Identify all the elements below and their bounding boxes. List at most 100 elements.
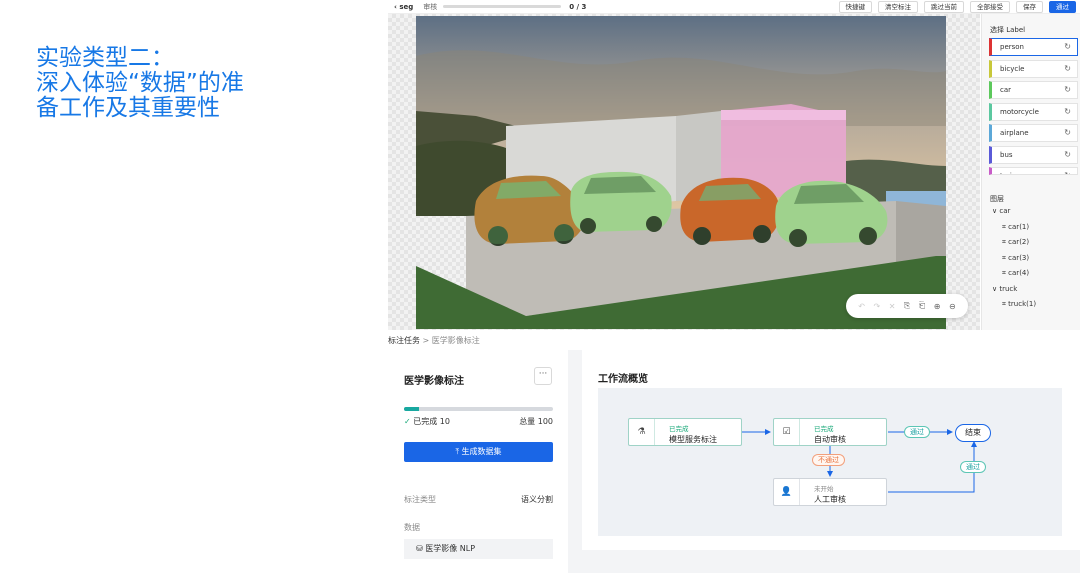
- layer-group-truck[interactable]: ∨ truck: [992, 285, 1017, 293]
- checklist-icon: ☑: [774, 419, 800, 445]
- breadcrumb: 标注任务 > 医学影像标注: [388, 335, 480, 346]
- flask-icon: ⚗: [629, 419, 655, 445]
- canvas-tools: ↶ ↷ ✕ ⎘ ⎗ ⊕ ⊖: [846, 294, 968, 318]
- label-option-bicycle[interactable]: bicycle ↻: [989, 59, 1078, 78]
- segmented-scene-illustration: [416, 16, 946, 329]
- label-panel: 选择 Label person ↻ bicycle ↻ car ↻ motorcycle ↻ a…: [981, 14, 1080, 330]
- workflow-canvas: ⚗ 已完成 模型服务标注 ☑ 已完成 自动审核 👤 未开始 人工审核 通过 不通…: [598, 388, 1062, 536]
- refresh-icon[interactable]: ↻: [1064, 147, 1071, 163]
- label-option-bus[interactable]: bus ↻: [989, 145, 1078, 164]
- segmentation-image[interactable]: [416, 16, 946, 329]
- approve-button[interactable]: 通过: [1049, 1, 1076, 13]
- label-option-person[interactable]: person ↻: [989, 38, 1078, 56]
- label-panel-title: 选择 Label: [990, 26, 1026, 34]
- node-name: 人工审核: [814, 495, 846, 504]
- workflow-node-manual-review[interactable]: 👤 未开始 人工审核: [773, 478, 887, 506]
- completed-label: 已完成 10: [413, 417, 450, 426]
- layer-item-name: car(4): [1008, 269, 1030, 277]
- layer-item-name: car(2): [1008, 238, 1030, 246]
- total-count: 总量 100: [519, 417, 553, 426]
- undo-icon[interactable]: ↶: [858, 302, 865, 311]
- shortcuts-button[interactable]: 快捷键: [838, 1, 872, 13]
- label-option-text: bus: [1000, 150, 1013, 159]
- review-status-label: 审核: [423, 2, 438, 11]
- task-title: 医学影像标注: [404, 376, 464, 387]
- label-option-text: car: [1000, 86, 1012, 94]
- zoom-in-icon[interactable]: ⊕: [934, 302, 941, 311]
- pass-label-auto: 通过: [904, 426, 930, 438]
- skip-current-button[interactable]: 跳过当前: [924, 1, 964, 13]
- paste-icon[interactable]: ⎗: [919, 301, 925, 311]
- node-status: 已完成: [814, 425, 834, 433]
- slide-title: 实验类型二： 深入体验“数据”的准 备工作及其重要性: [36, 46, 336, 121]
- workflow-node-auto-review[interactable]: ☑ 已完成 自动审核: [773, 418, 887, 446]
- clear-annotations-button[interactable]: 清空标注: [878, 1, 918, 13]
- workflow-title: 工作流概览: [598, 374, 648, 385]
- dataset-link[interactable]: ⛁ 医学影像 NLP: [404, 539, 553, 559]
- workflow-node-model-annotation[interactable]: ⚗ 已完成 模型服务标注: [628, 418, 742, 446]
- task-progress-fill: [404, 407, 419, 411]
- refresh-icon[interactable]: ↻: [1064, 61, 1071, 77]
- layer-item[interactable]: ⌗ truck(1): [1002, 300, 1036, 309]
- toolbar-actions: 快捷键 清空标注 跳过当前 全部接受 保存 通过: [833, 0, 1076, 14]
- dataset-name: 医学影像 NLP: [425, 544, 476, 553]
- accept-all-button[interactable]: 全部接受: [970, 1, 1010, 13]
- node-name: 自动审核: [814, 435, 846, 444]
- database-icon: ⛁: [416, 544, 423, 553]
- refresh-icon[interactable]: ↻: [1064, 125, 1071, 141]
- car-2-mask[interactable]: [570, 171, 672, 234]
- refresh-icon[interactable]: ↻: [1064, 104, 1071, 120]
- refresh-icon[interactable]: ↻: [1064, 168, 1071, 174]
- layer-item-name: car(1): [1008, 222, 1030, 231]
- refresh-icon[interactable]: ↻: [1064, 82, 1071, 98]
- workflow-end-node[interactable]: 结束: [955, 424, 991, 442]
- breadcrumb-root[interactable]: 标注任务: [388, 336, 420, 345]
- workflow-card: 工作流概览 ⚗ 已完成 模型服务标注 ☑ 已完成 自动审核 👤 未开始 人工审核…: [582, 350, 1080, 550]
- layer-item[interactable]: ⌗ car(3): [1002, 254, 1029, 263]
- label-option-text: motorcycle: [1000, 107, 1039, 116]
- delete-icon[interactable]: ✕: [889, 302, 896, 311]
- layer-item[interactable]: ⌗ car(4): [1002, 269, 1029, 278]
- review-progress-bar: [443, 5, 562, 8]
- label-option-text: train: [1000, 172, 1016, 174]
- redo-icon[interactable]: ↷: [873, 302, 880, 311]
- check-icon: ✓: [404, 417, 411, 426]
- data-label: 数据: [404, 523, 420, 532]
- copy-icon[interactable]: ⎘: [904, 301, 910, 311]
- save-button[interactable]: 保存: [1016, 1, 1043, 13]
- label-option-train[interactable]: train ↻: [989, 167, 1078, 175]
- layer-item-name: truck(1): [1008, 300, 1037, 308]
- label-option-motorcycle[interactable]: motorcycle ↻: [989, 102, 1078, 121]
- layer-item-name: car(3): [1008, 253, 1030, 262]
- refresh-icon[interactable]: ↻: [1064, 39, 1071, 55]
- person-icon: 👤: [774, 479, 800, 505]
- label-option-text: bicycle: [1000, 64, 1025, 73]
- slide-title-line-2: 深入体验“数据”的准: [36, 70, 244, 96]
- layer-item[interactable]: ⌗ car(1): [1002, 223, 1029, 232]
- label-option-airplane[interactable]: airplane ↻: [989, 124, 1078, 142]
- generate-dataset-button[interactable]: ⤒ 生成数据集: [404, 442, 553, 462]
- slide-title-line-1: 实验类型二：: [36, 45, 174, 71]
- label-option-text: airplane: [1000, 129, 1029, 137]
- layer-group-name: car: [999, 207, 1011, 215]
- back-button[interactable]: ‹ seg: [394, 3, 413, 11]
- review-progress-count: 0 / 3: [569, 2, 587, 11]
- layer-group-name: truck: [999, 284, 1018, 293]
- task-progress-bar: [404, 407, 553, 411]
- task-card: 医学影像标注 ··· ✓ 已完成 10 总量 100 ⤒ 生成数据集 标注类型 …: [388, 350, 568, 573]
- pass-label-manual: 通过: [960, 461, 986, 473]
- more-button[interactable]: ···: [534, 367, 552, 385]
- node-status: 未开始: [814, 485, 834, 493]
- car-3-mask[interactable]: [680, 177, 780, 245]
- breadcrumb-current: 医学影像标注: [431, 336, 480, 345]
- completed-count: ✓ 已完成 10: [404, 416, 450, 427]
- label-option-text: person: [1000, 43, 1024, 51]
- annotation-type-value: 语义分割: [521, 495, 553, 504]
- layer-item[interactable]: ⌗ car(2): [1002, 238, 1029, 247]
- label-option-car[interactable]: car ↻: [989, 81, 1078, 99]
- annotation-type-label: 标注类型: [404, 495, 436, 504]
- layers-title: 图层: [990, 195, 1004, 203]
- zoom-out-icon[interactable]: ⊖: [949, 302, 956, 311]
- layer-group-car[interactable]: ∨ car: [992, 207, 1010, 215]
- breadcrumb-separator: >: [422, 336, 430, 345]
